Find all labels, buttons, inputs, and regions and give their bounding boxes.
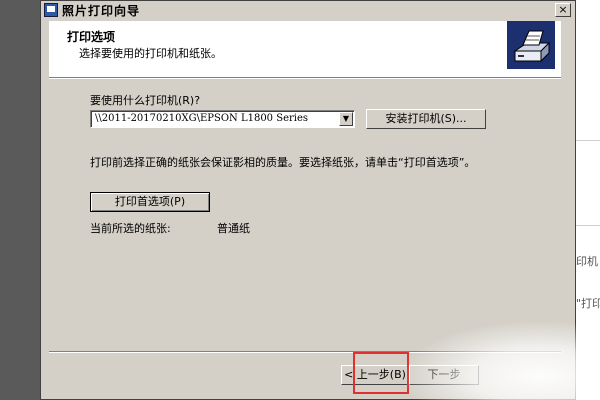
paper-label: 当前所选的纸张: [90,222,171,235]
page-subtitle: 选择要使用的打印机和纸张。 [79,47,222,60]
background-window [576,0,600,400]
header-divider [49,77,561,79]
photo-print-wizard-dialog: 照片打印向导 × 打印选项 选择要使用的打印机和纸张。 要使用什么打印机(R)?… [40,0,576,400]
printer-select-value: \\2011-20170210XG\EPSON L1800 Series [95,113,309,124]
paper-value: 普通纸 [217,222,250,235]
page-title: 打印选项 [67,30,116,44]
background-text: "打印 [576,297,600,310]
printer-select[interactable]: \\2011-20170210XG\EPSON L1800 Series ▼ [90,110,355,128]
printer-label: 要使用什么打印机(R)? [90,94,201,107]
highlight-box [353,352,409,394]
background-divider [576,140,600,141]
wizard-header: 打印选项 选择要使用的打印机和纸张。 [49,21,561,77]
install-printer-button[interactable]: 安装打印机(S)... [366,109,486,129]
footer-divider [49,351,561,353]
printing-preferences-button[interactable]: 打印首选项(P) [90,192,210,212]
instructions-text: 打印前选择正确的纸张会保证影相的质量。要选择纸张，请单击“打印首选项”。 [90,156,476,169]
background-divider [576,225,600,226]
printer-icon [507,21,555,69]
close-button[interactable]: × [555,3,571,17]
next-button[interactable]: 下一步 [409,365,479,385]
title-bar[interactable]: 照片打印向导 × [41,1,575,19]
chevron-down-icon[interactable]: ▼ [339,112,353,126]
window-title: 照片打印向导 [62,3,141,18]
app-icon [44,3,58,17]
background-text: 印机 [576,255,598,268]
